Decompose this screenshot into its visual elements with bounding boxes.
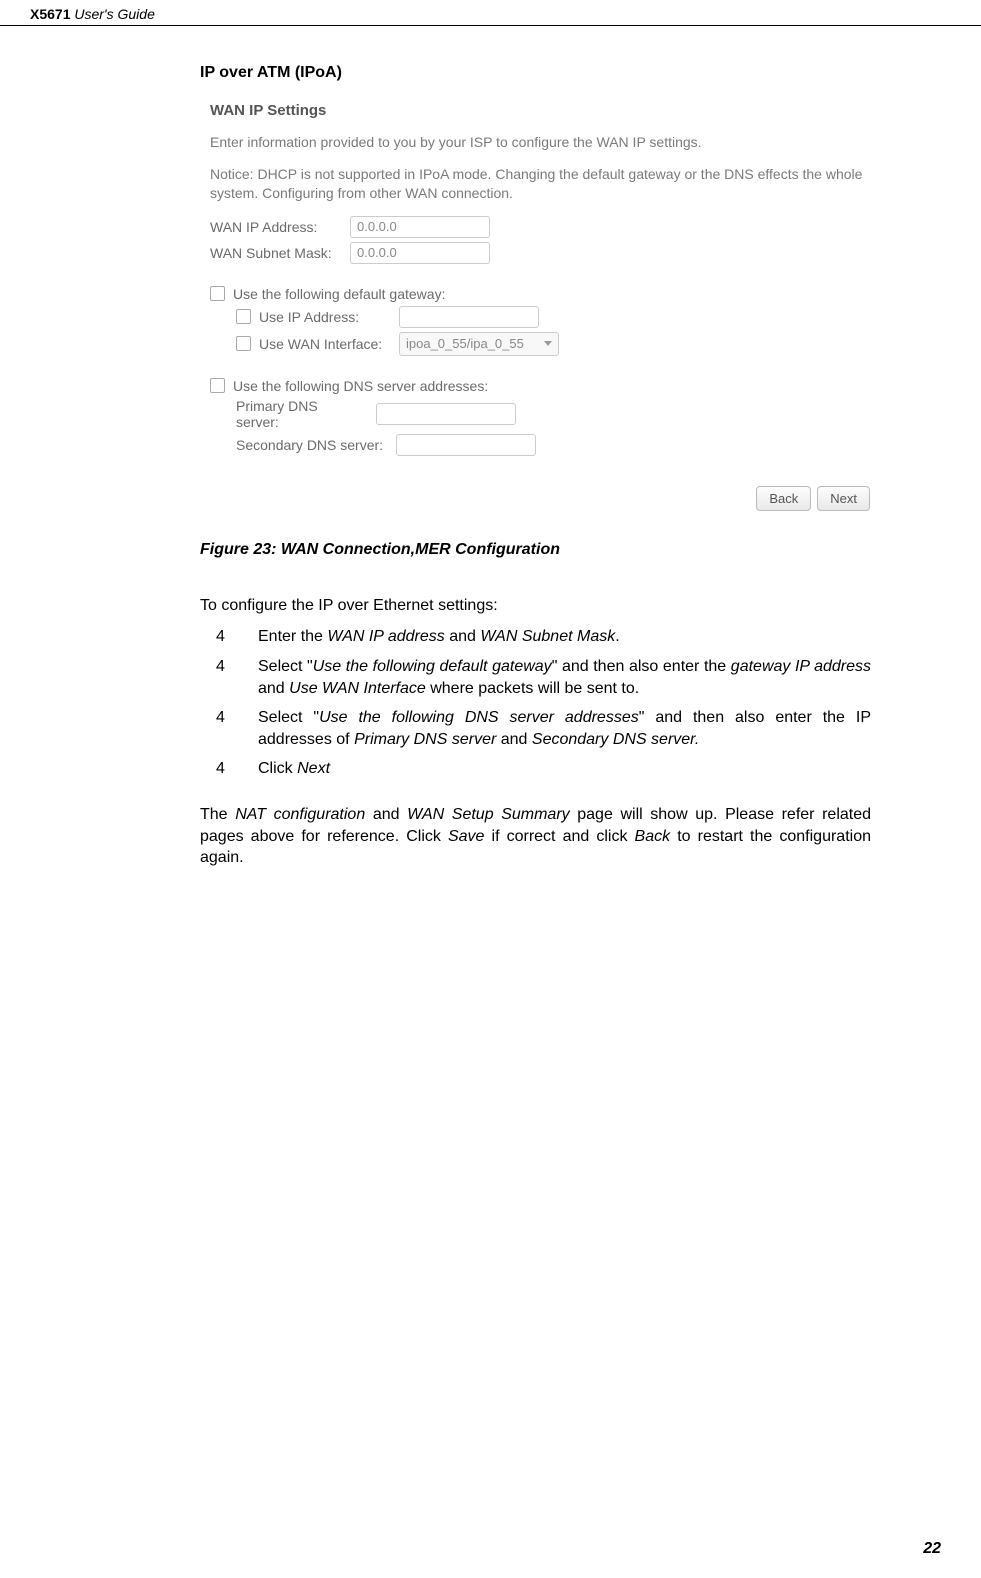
input-use-ip[interactable] — [399, 306, 539, 328]
panel-intro: Enter information provided to you by you… — [210, 133, 870, 153]
step-body: Select "Use the following DNS server add… — [258, 707, 871, 750]
step-4: 4 Click Next — [200, 758, 871, 780]
step-num: 4 — [200, 626, 258, 648]
input-wan-ip[interactable]: 0.0.0.0 — [350, 216, 490, 238]
step-num: 4 — [200, 656, 258, 699]
row-wan-ip: WAN IP Address: 0.0.0.0 — [210, 216, 870, 238]
intro-line: To configure the IP over Ethernet settin… — [200, 595, 871, 617]
row-use-gateway: Use the following default gateway: — [210, 286, 870, 302]
header-product: X5671 — [30, 6, 70, 22]
checkbox-use-dns[interactable] — [210, 378, 225, 393]
row-use-ip: Use IP Address: — [236, 306, 870, 328]
step-3: 4 Select "Use the following DNS server a… — [200, 707, 871, 750]
checkbox-use-wan-if[interactable] — [236, 336, 251, 351]
step-num: 4 — [200, 707, 258, 750]
label-use-wan-if: Use WAN Interface: — [259, 336, 399, 352]
button-row: Back Next — [210, 486, 870, 511]
row-secondary-dns: Secondary DNS server: — [236, 434, 870, 456]
figure-caption: Figure 23: WAN Connection,MER Configurat… — [200, 541, 871, 559]
section-title: IP over ATM (IPoA) — [200, 64, 871, 82]
input-primary-dns[interactable] — [376, 403, 516, 425]
select-value: ipoa_0_55/ipa_0_55 — [406, 336, 524, 351]
select-wan-interface[interactable]: ipoa_0_55/ipa_0_55 — [399, 332, 559, 356]
panel-notice: Notice: DHCP is not supported in IPoA mo… — [210, 165, 870, 204]
panel-title: WAN IP Settings — [210, 102, 870, 119]
checkbox-use-ip[interactable] — [236, 309, 251, 324]
page-header: X5671 User's Guide — [0, 0, 981, 26]
back-button[interactable]: Back — [756, 486, 811, 511]
header-suffix: User's Guide — [70, 6, 154, 22]
label-wan-mask: WAN Subnet Mask: — [210, 245, 350, 261]
next-button[interactable]: Next — [817, 486, 870, 511]
step-1: 4 Enter the WAN IP address and WAN Subne… — [200, 626, 871, 648]
step-2: 4 Select "Use the following default gate… — [200, 656, 871, 699]
label-use-dns: Use the following DNS server addresses: — [233, 378, 488, 394]
closing-paragraph: The NAT configuration and WAN Setup Summ… — [200, 804, 871, 869]
input-wan-mask[interactable]: 0.0.0.0 — [350, 242, 490, 264]
page-number: 22 — [923, 1540, 941, 1558]
input-secondary-dns[interactable] — [396, 434, 536, 456]
row-wan-mask: WAN Subnet Mask: 0.0.0.0 — [210, 242, 870, 264]
checkbox-use-gateway[interactable] — [210, 286, 225, 301]
label-wan-ip: WAN IP Address: — [210, 219, 350, 235]
label-secondary-dns: Secondary DNS server: — [236, 437, 396, 453]
step-body: Enter the WAN IP address and WAN Subnet … — [258, 626, 871, 648]
step-list: 4 Enter the WAN IP address and WAN Subne… — [200, 626, 871, 780]
row-use-wan-if: Use WAN Interface: ipoa_0_55/ipa_0_55 — [236, 332, 870, 356]
chevron-down-icon — [544, 341, 552, 346]
label-primary-dns: Primary DNS server: — [236, 398, 346, 430]
step-num: 4 — [200, 758, 258, 780]
label-use-gateway: Use the following default gateway: — [233, 286, 445, 302]
row-use-dns: Use the following DNS server addresses: — [210, 378, 870, 394]
wan-ip-settings-screenshot: WAN IP Settings Enter information provid… — [210, 102, 870, 511]
row-primary-dns: Primary DNS server: — [236, 398, 870, 430]
step-body: Click Next — [258, 758, 871, 780]
label-use-ip: Use IP Address: — [259, 309, 399, 325]
step-body: Select "Use the following default gatewa… — [258, 656, 871, 699]
